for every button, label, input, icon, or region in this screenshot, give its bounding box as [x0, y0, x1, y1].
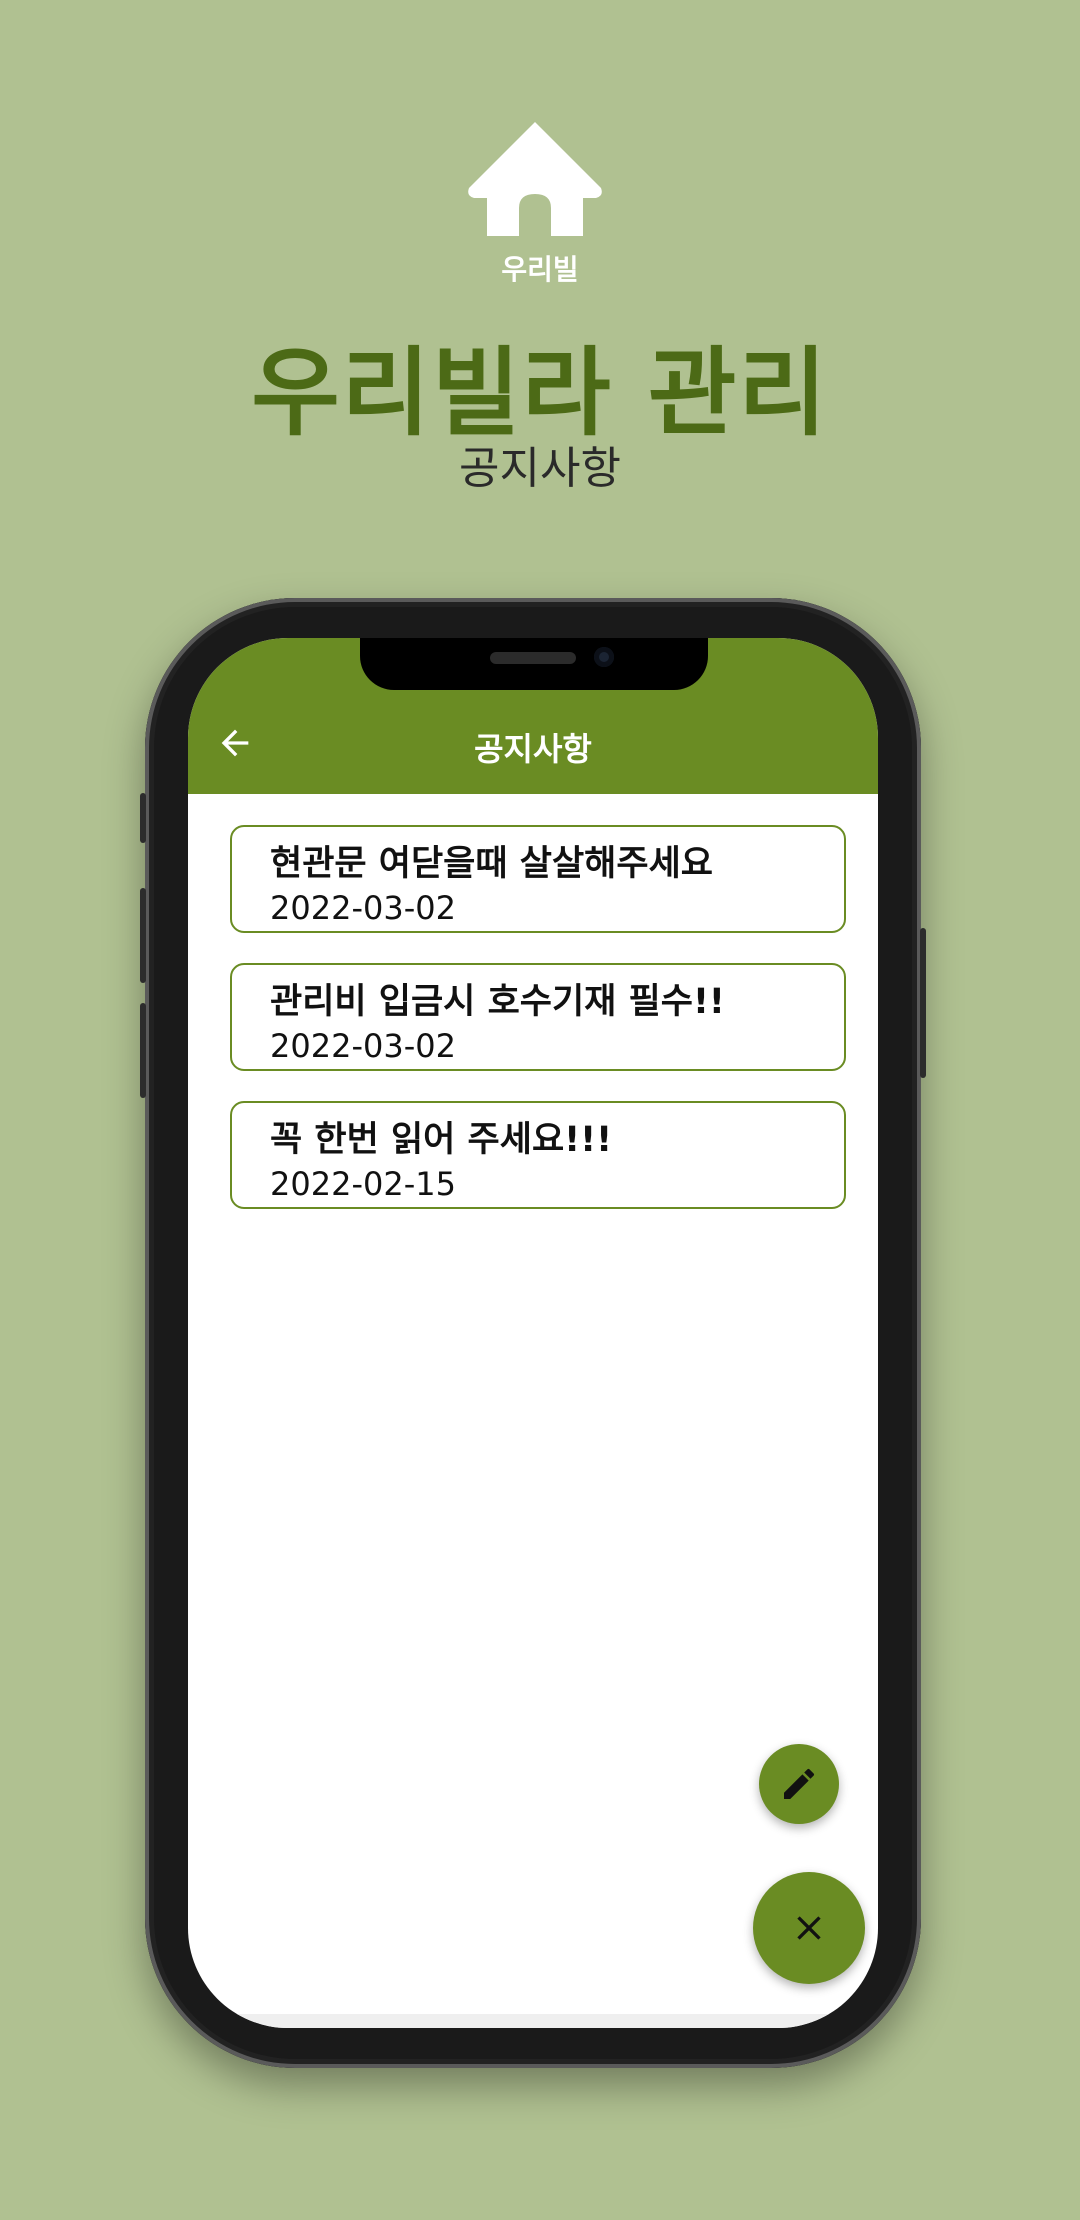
list-item[interactable]: 꼭 한번 읽어 주세요!!! 2022-02-15: [230, 1101, 846, 1209]
notice-date: 2022-02-15: [270, 1165, 456, 1203]
close-button[interactable]: [753, 1872, 865, 1984]
house-icon: [468, 122, 602, 236]
app-screen: 공지사항 현관문 여닫을때 살살해주세요 2022-03-02 관리비 입금시 …: [188, 638, 878, 2028]
notice-title: 꼭 한번 읽어 주세요!!!: [270, 1120, 613, 1160]
camera-icon: [594, 647, 614, 667]
phone-side-button: [140, 793, 146, 843]
promo-header: 우리빌 우리빌라 관리 공지사항: [0, 0, 1080, 520]
list-item[interactable]: 관리비 입금시 호수기재 필수!! 2022-03-02: [230, 963, 846, 1071]
phone-volume-down-button: [140, 1003, 146, 1098]
page-title: 공지사항: [474, 730, 592, 768]
notice-list: 현관문 여닫을때 살살해주세요 2022-03-02 관리비 입금시 호수기재 …: [230, 825, 846, 1239]
phone-notch: [360, 638, 708, 690]
edit-button[interactable]: [759, 1744, 839, 1824]
close-icon: [797, 1916, 821, 1940]
promo-subtitle: 공지사항: [459, 443, 621, 494]
phone-volume-up-button: [140, 888, 146, 983]
notice-title: 현관문 여닫을때 살살해주세요: [270, 844, 713, 884]
bottom-bar: [188, 2014, 878, 2028]
notice-title: 관리비 입금시 호수기재 필수!!: [270, 982, 725, 1022]
pencil-icon: [784, 1768, 815, 1799]
logo-text: 우리빌: [501, 253, 579, 286]
phone-power-button: [920, 928, 926, 1078]
app-bar: 공지사항: [188, 638, 878, 794]
list-item[interactable]: 현관문 여닫을때 살살해주세요 2022-03-02: [230, 825, 846, 933]
speaker-grille: [490, 652, 576, 664]
phone-frame: 공지사항 현관문 여닫을때 살살해주세요 2022-03-02 관리비 입금시 …: [140, 598, 926, 2068]
notice-date: 2022-03-02: [270, 1027, 456, 1065]
notice-date: 2022-03-02: [270, 889, 456, 927]
